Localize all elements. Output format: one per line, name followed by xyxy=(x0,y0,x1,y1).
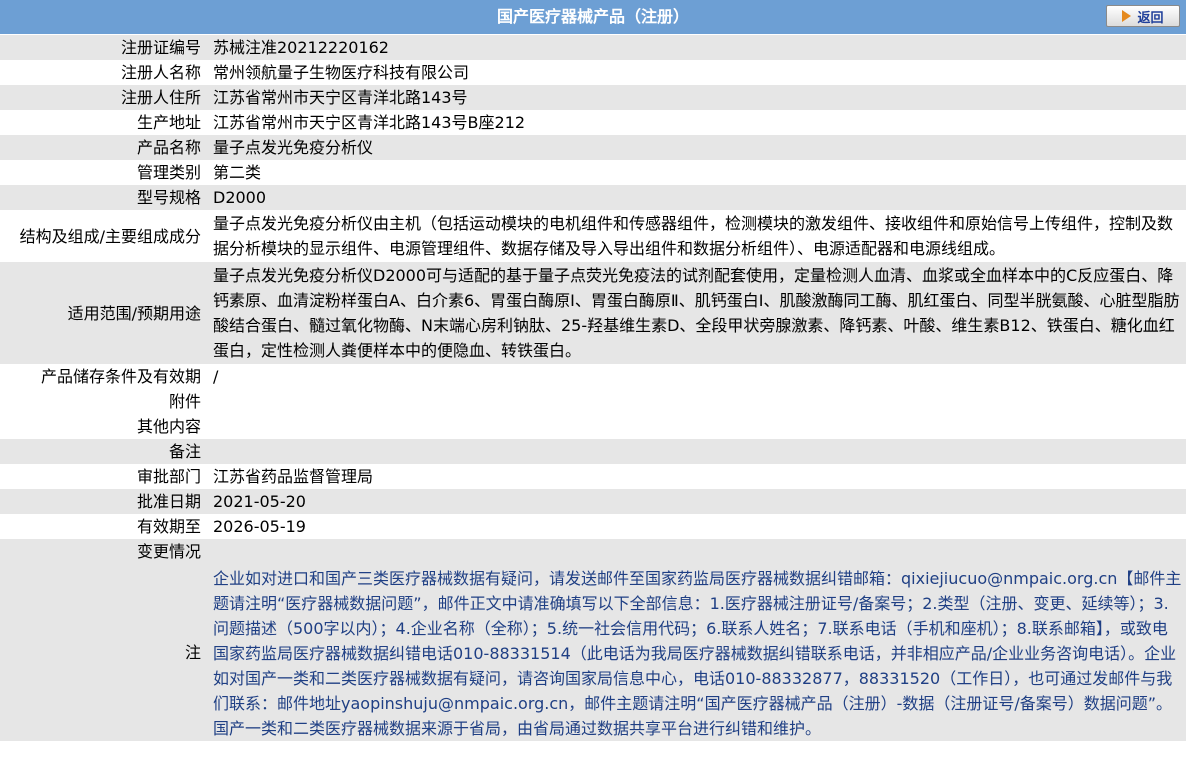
field-value: 2026-05-19 xyxy=(207,514,1186,539)
table-row: 产品储存条件及有效期 / xyxy=(0,364,1186,389)
field-value: 江苏省常州市天宁区青洋北路143号 xyxy=(207,85,1186,110)
field-label: 型号规格 xyxy=(0,185,207,210)
table-row: 注册人名称 常州领航量子生物医疗科技有限公司 xyxy=(0,60,1186,85)
field-label: 注册证编号 xyxy=(0,35,207,60)
table-row: 产品名称 量子点发光免疫分析仪 xyxy=(0,135,1186,160)
field-value: 量子点发光免疫分析仪 xyxy=(207,135,1186,160)
table-row: 有效期至 2026-05-19 xyxy=(0,514,1186,539)
table-row: 批准日期 2021-05-20 xyxy=(0,489,1186,514)
field-value: 常州领航量子生物医疗科技有限公司 xyxy=(207,60,1186,85)
field-label: 审批部门 xyxy=(0,464,207,489)
field-value: / xyxy=(207,364,1186,389)
field-label: 变更情况 xyxy=(0,539,207,564)
detail-table: 注册证编号 苏械注准20212220162 注册人名称 常州领航量子生物医疗科技… xyxy=(0,35,1186,741)
table-row: 型号规格 D2000 xyxy=(0,185,1186,210)
note-row: 注 企业如对进口和国产三类医疗器械数据有疑问，请发送邮件至国家药监局医疗器械数据… xyxy=(0,564,1186,741)
table-row: 注册人住所 江苏省常州市天宁区青洋北路143号 xyxy=(0,85,1186,110)
field-label: 产品储存条件及有效期 xyxy=(0,364,207,389)
table-row: 结构及组成/主要组成成分 量子点发光免疫分析仪由主机（包括运动模块的电机组件和传… xyxy=(0,210,1186,262)
field-value: 第二类 xyxy=(207,160,1186,185)
field-label: 管理类别 xyxy=(0,160,207,185)
field-value: 2021-05-20 xyxy=(207,489,1186,514)
back-button-label: 返回 xyxy=(1137,10,1164,26)
field-label: 备注 xyxy=(0,439,207,464)
field-value xyxy=(207,389,1186,414)
back-button[interactable]: 返回 xyxy=(1106,5,1180,27)
table-row: 适用范围/预期用途 量子点发光免疫分析仪D2000可与适配的基于量子点荧光免疫法… xyxy=(0,262,1186,364)
table-row: 审批部门 江苏省药品监督管理局 xyxy=(0,464,1186,489)
field-label: 生产地址 xyxy=(0,110,207,135)
field-value: 江苏省药品监督管理局 xyxy=(207,464,1186,489)
field-label: 适用范围/预期用途 xyxy=(0,262,207,364)
table-row: 附件 xyxy=(0,389,1186,414)
note-label: 注 xyxy=(0,564,207,741)
arrow-right-icon xyxy=(1122,10,1132,22)
page-title: 国产医疗器械产品（注册） xyxy=(496,7,689,26)
field-label: 批准日期 xyxy=(0,489,207,514)
field-value: D2000 xyxy=(207,185,1186,210)
field-value: 苏械注准20212220162 xyxy=(207,35,1186,60)
field-value: 量子点发光免疫分析仪D2000可与适配的基于量子点荧光免疫法的试剂配套使用，定量… xyxy=(207,262,1186,364)
field-value xyxy=(207,539,1186,564)
field-label: 产品名称 xyxy=(0,135,207,160)
field-label: 其他内容 xyxy=(0,414,207,439)
field-value: 量子点发光免疫分析仪由主机（包括运动模块的电机组件和传感器组件，检测模块的激发组… xyxy=(207,210,1186,262)
table-row: 备注 xyxy=(0,439,1186,464)
table-row: 注册证编号 苏械注准20212220162 xyxy=(0,35,1186,60)
field-value: 江苏省常州市天宁区青洋北路143号B座212 xyxy=(207,110,1186,135)
note-text: 企业如对进口和国产三类医疗器械数据有疑问，请发送邮件至国家药监局医疗器械数据纠错… xyxy=(207,564,1186,741)
table-row: 变更情况 xyxy=(0,539,1186,564)
table-row: 生产地址 江苏省常州市天宁区青洋北路143号B座212 xyxy=(0,110,1186,135)
field-label: 注册人住所 xyxy=(0,85,207,110)
table-row: 管理类别 第二类 xyxy=(0,160,1186,185)
field-label: 有效期至 xyxy=(0,514,207,539)
field-value xyxy=(207,414,1186,439)
field-label: 结构及组成/主要组成成分 xyxy=(0,210,207,262)
field-label: 注册人名称 xyxy=(0,60,207,85)
table-row: 其他内容 xyxy=(0,414,1186,439)
page-header: 国产医疗器械产品（注册） 返回 xyxy=(0,0,1186,35)
field-label: 附件 xyxy=(0,389,207,414)
field-value xyxy=(207,439,1186,464)
